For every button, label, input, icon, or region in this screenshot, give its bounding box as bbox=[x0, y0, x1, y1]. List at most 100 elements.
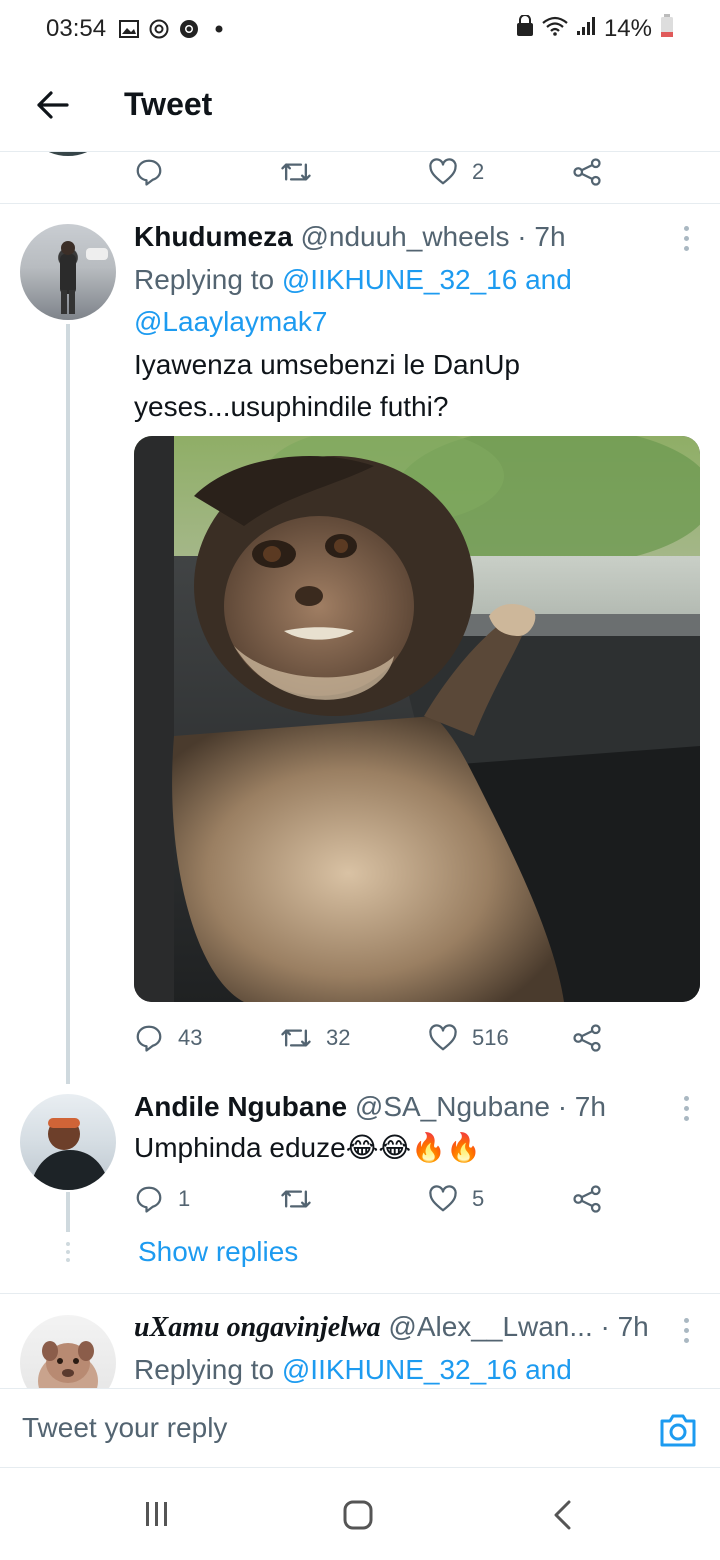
more-dot bbox=[683, 1116, 689, 1121]
retweet-icon bbox=[281, 1029, 311, 1047]
share-button[interactable] bbox=[572, 157, 602, 187]
avatar-andile[interactable] bbox=[20, 1094, 116, 1190]
battery-text: 14% bbox=[603, 15, 652, 42]
tweet-actions: 43 32 516 bbox=[134, 1018, 614, 1058]
battery-icon bbox=[660, 13, 674, 45]
more-options-button[interactable] bbox=[676, 1318, 696, 1343]
more-dot bbox=[683, 1328, 689, 1333]
replying-to: Replying to @IIKHUNE_32_16 and bbox=[134, 1349, 694, 1388]
tweet-actions: 1 5 bbox=[134, 1179, 614, 1219]
reply-button[interactable]: 43 bbox=[134, 1023, 202, 1053]
user-handle[interactable]: @SA_Ngubane bbox=[355, 1091, 550, 1122]
reply-button[interactable]: 1 bbox=[134, 1184, 190, 1214]
divider bbox=[0, 1293, 720, 1294]
tweet-time: · 7h bbox=[600, 1311, 649, 1342]
thread-dots bbox=[66, 1242, 70, 1262]
display-name[interactable]: Khudumeza bbox=[134, 221, 293, 252]
system-navigation-bar bbox=[0, 1468, 720, 1560]
user-handle[interactable]: @Alex__Lwan... bbox=[388, 1311, 592, 1342]
retweet-button[interactable] bbox=[280, 157, 312, 187]
home-button[interactable] bbox=[340, 1498, 376, 1532]
reply-button[interactable] bbox=[134, 157, 164, 187]
reply-input[interactable] bbox=[22, 1412, 622, 1444]
share-icon bbox=[573, 158, 601, 186]
user-handle[interactable]: @nduuh_wheels bbox=[300, 221, 509, 252]
tweet-time: · 7h bbox=[517, 221, 566, 252]
page-title: Tweet bbox=[124, 86, 213, 122]
chevron-left-icon bbox=[554, 1500, 571, 1530]
like-count: 516 bbox=[472, 1025, 509, 1050]
like-button[interactable]: 516 bbox=[428, 1024, 509, 1052]
lock-icon bbox=[516, 13, 534, 44]
retweet-count: 32 bbox=[326, 1025, 351, 1050]
avatar-figure bbox=[30, 1118, 110, 1190]
reply-feed[interactable]: 2 Khudumeza @nduuh_wheels · 7h Replying … bbox=[0, 152, 720, 1388]
reply-composer bbox=[0, 1388, 720, 1468]
avatar-khudumeza[interactable] bbox=[20, 224, 116, 320]
gallery-icon bbox=[118, 18, 140, 40]
avatar-figure bbox=[60, 241, 108, 314]
more-dot bbox=[683, 236, 689, 241]
tweet-time: · 7h bbox=[557, 1091, 606, 1122]
divider bbox=[0, 203, 720, 204]
more-options-button[interactable] bbox=[676, 226, 696, 251]
system-status: 14% bbox=[516, 13, 674, 45]
share-button[interactable] bbox=[572, 1184, 602, 1214]
replying-prefix: Replying to bbox=[134, 1354, 282, 1385]
dot-icon bbox=[208, 18, 230, 40]
mention-link[interactable]: @Laaylaymak7 bbox=[134, 306, 327, 337]
like-count: 2 bbox=[472, 159, 485, 184]
tweet-header: Khudumeza @nduuh_wheels · 7h bbox=[134, 220, 566, 254]
replying-and[interactable]: and bbox=[517, 264, 572, 295]
tweet-text-line: Iyawenza umsebenzi le DanUp bbox=[134, 349, 520, 380]
more-dot bbox=[683, 1338, 689, 1343]
show-replies-link[interactable]: Show replies bbox=[138, 1236, 298, 1268]
monkey-photo bbox=[134, 436, 700, 1002]
recent-apps-icon bbox=[146, 1502, 167, 1526]
back-button[interactable] bbox=[18, 75, 88, 135]
mention-link[interactable]: @IIKHUNE_32_16 bbox=[282, 1354, 517, 1385]
retweet-button[interactable] bbox=[280, 1184, 326, 1214]
retweet-button[interactable]: 32 bbox=[280, 1023, 350, 1053]
signal-icon bbox=[576, 15, 596, 43]
replying-to: Replying to @IIKHUNE_32_16 and @Laaylaym… bbox=[134, 259, 694, 343]
like-button[interactable]: 5 bbox=[428, 1185, 484, 1213]
camera-button[interactable] bbox=[658, 1411, 698, 1449]
avatar-dog bbox=[38, 1341, 98, 1388]
more-dot bbox=[683, 226, 689, 231]
mention-link[interactable]: @IIKHUNE_32_16 bbox=[282, 264, 517, 295]
display-name[interactable]: Andile Ngubane bbox=[134, 1091, 347, 1122]
more-dot bbox=[683, 1106, 689, 1111]
heart-icon bbox=[429, 1024, 457, 1051]
thread-dot bbox=[66, 1250, 70, 1254]
retweet-icon bbox=[281, 163, 311, 181]
arrow-left-icon bbox=[37, 90, 69, 119]
tweet-text: Iyawenza umsebenzi le DanUp yeses...usup… bbox=[134, 344, 694, 428]
tweet-media-image[interactable] bbox=[134, 436, 700, 1002]
retweet-icon bbox=[281, 1190, 311, 1208]
notification-icons bbox=[118, 18, 230, 40]
tweet-header: Andile Ngubane @SA_Ngubane · 7h bbox=[134, 1090, 606, 1124]
heart-icon bbox=[429, 158, 457, 185]
recent-apps-button[interactable] bbox=[140, 1498, 174, 1530]
wifi-icon bbox=[542, 15, 568, 43]
thread-dot bbox=[66, 1242, 70, 1246]
tweet-text: Umphinda eduze😂😂🔥🔥 bbox=[134, 1132, 481, 1163]
instagram-icon bbox=[148, 18, 170, 40]
share-icon bbox=[573, 1024, 601, 1052]
reply-icon bbox=[136, 159, 162, 186]
reply-count: 43 bbox=[178, 1025, 203, 1050]
avatar-uxamu[interactable] bbox=[20, 1315, 116, 1388]
replying-and[interactable]: and bbox=[517, 1354, 572, 1385]
system-back-button[interactable] bbox=[548, 1498, 576, 1532]
camera-icon bbox=[660, 1414, 696, 1447]
display-name[interactable]: uXamu ongavinjelwa bbox=[134, 1312, 381, 1343]
share-button[interactable] bbox=[572, 1023, 602, 1053]
avatar-previous[interactable] bbox=[20, 152, 116, 156]
like-count: 5 bbox=[472, 1186, 485, 1211]
status-bar: 03:54 14% bbox=[0, 0, 720, 58]
thread-line bbox=[66, 1192, 70, 1232]
more-options-button[interactable] bbox=[676, 1096, 696, 1121]
heart-icon bbox=[429, 1185, 457, 1212]
like-button[interactable]: 2 bbox=[428, 158, 484, 186]
